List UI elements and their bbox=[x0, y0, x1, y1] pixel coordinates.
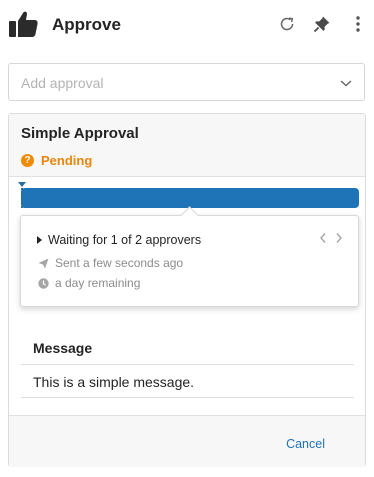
divider bbox=[21, 397, 354, 398]
message-label: Message bbox=[33, 340, 93, 356]
add-approval-select[interactable]: Add approval bbox=[8, 63, 365, 101]
more-vertical-icon[interactable] bbox=[348, 14, 368, 34]
popover-caret bbox=[180, 206, 199, 225]
approval-card-footer: Cancel bbox=[9, 415, 365, 467]
progress-marker-icon bbox=[18, 182, 26, 187]
status-badge: ? Pending bbox=[21, 153, 92, 168]
approval-card: Simple Approval ? Pending Waiting for 1 … bbox=[8, 113, 366, 467]
clock-icon bbox=[38, 277, 49, 289]
remaining-row: a day remaining bbox=[38, 276, 140, 290]
caret-right-icon bbox=[37, 236, 42, 244]
approval-progress-bar[interactable] bbox=[21, 188, 359, 208]
approval-card-header: Simple Approval ? Pending bbox=[9, 114, 365, 177]
chevron-right-icon[interactable] bbox=[334, 232, 344, 244]
refresh-icon[interactable] bbox=[277, 14, 297, 34]
approvers-summary: Waiting for 1 of 2 approvers bbox=[48, 233, 202, 247]
status-text: Pending bbox=[41, 153, 93, 168]
pin-icon[interactable] bbox=[312, 14, 332, 34]
divider bbox=[21, 364, 354, 365]
paper-plane-icon bbox=[38, 258, 49, 269]
remaining-text: a day remaining bbox=[55, 276, 141, 290]
sent-text: Sent a few seconds ago bbox=[55, 256, 184, 270]
chevron-down-icon bbox=[338, 75, 354, 91]
app-title: Approve bbox=[52, 15, 121, 34]
sent-row: Sent a few seconds ago bbox=[38, 256, 183, 270]
question-icon: ? bbox=[21, 154, 34, 167]
popover-nav bbox=[318, 232, 344, 244]
approvers-toggle[interactable]: Waiting for 1 of 2 approvers bbox=[37, 233, 201, 247]
add-approval-placeholder: Add approval bbox=[21, 75, 104, 91]
approval-details-popover: Waiting for 1 of 2 approvers Sent a few … bbox=[20, 206, 359, 307]
chevron-left-icon[interactable] bbox=[318, 232, 328, 244]
cancel-button[interactable]: Cancel bbox=[286, 437, 325, 451]
app-header: Approve bbox=[0, 0, 374, 50]
message-text: This is a simple message. bbox=[33, 374, 195, 390]
approval-name: Simple Approval bbox=[21, 125, 139, 142]
thumbs-up-icon bbox=[9, 10, 39, 38]
progress-start-line bbox=[21, 188, 23, 208]
